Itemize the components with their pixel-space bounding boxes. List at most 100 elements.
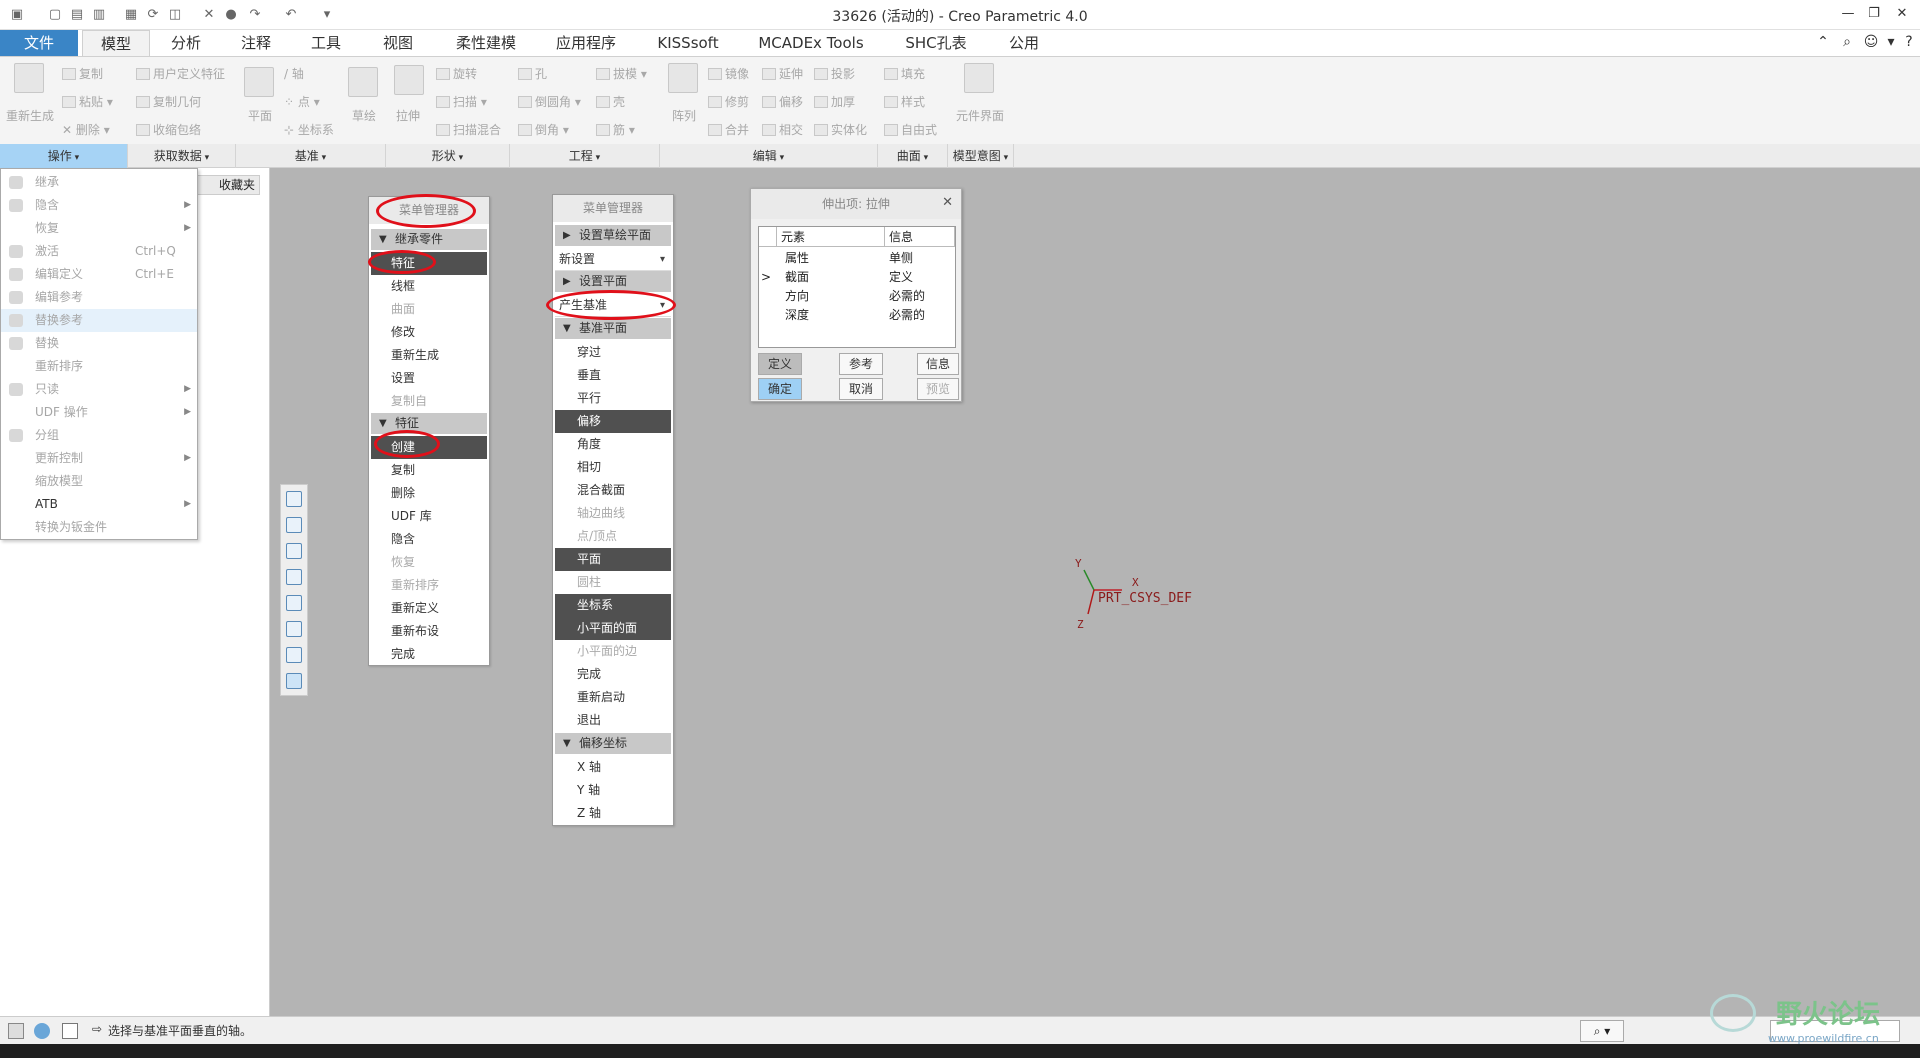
- extend-button[interactable]: 延伸: [762, 65, 803, 82]
- menu-item[interactable]: 相切: [555, 456, 671, 479]
- menu-item[interactable]: 线框: [371, 275, 487, 298]
- ops-menu-item[interactable]: 替换参考: [1, 309, 197, 332]
- tab-common[interactable]: 公用: [994, 30, 1054, 56]
- revolve-button[interactable]: 旋转: [436, 65, 477, 82]
- browser-icon[interactable]: [34, 1023, 50, 1039]
- menu-item[interactable]: 重新生成: [371, 344, 487, 367]
- group-shapes[interactable]: 形状: [386, 144, 510, 168]
- copy-button[interactable]: 复制: [62, 65, 103, 82]
- point-button[interactable]: ⁘ 点 ▾: [284, 93, 320, 110]
- section-datum-plane[interactable]: ▼ 基准平面: [555, 318, 671, 339]
- tab-shc[interactable]: SHC孔表: [892, 30, 980, 56]
- menu-item[interactable]: UDF 库: [371, 505, 487, 528]
- shell-button[interactable]: 壳: [596, 93, 625, 110]
- tab-annotate[interactable]: 注释: [226, 30, 286, 56]
- element-cell[interactable]: 属性: [785, 249, 809, 268]
- udf-button[interactable]: 用户定义特征: [136, 65, 225, 82]
- delete-button[interactable]: ✕ 删除 ▾: [62, 121, 110, 138]
- ok-button[interactable]: 确定: [758, 378, 802, 400]
- solidify-button[interactable]: 实体化: [814, 121, 867, 138]
- display-style-icon[interactable]: [286, 543, 302, 559]
- axis-menu-item[interactable]: Z 轴: [555, 802, 671, 825]
- ops-menu-item[interactable]: UDF 操作 ▶: [1, 401, 197, 424]
- extrude-button[interactable]: 拉伸: [396, 107, 420, 124]
- intersect-button[interactable]: 相交: [762, 121, 803, 138]
- menu-item[interactable]: 圆柱: [555, 571, 671, 594]
- menu-item[interactable]: 完成: [371, 643, 487, 666]
- axis-menu-item[interactable]: Y 轴: [555, 779, 671, 802]
- rib-button[interactable]: 筋 ▾: [596, 121, 635, 138]
- regenerate-icon[interactable]: [14, 63, 44, 93]
- ops-menu-item[interactable]: 只读 ▶: [1, 378, 197, 401]
- extrude-icon[interactable]: [394, 65, 424, 95]
- menu-item[interactable]: 删除: [371, 482, 487, 505]
- style-button[interactable]: 样式: [884, 93, 925, 110]
- section-sketch-plane[interactable]: ▶ 设置草绘平面: [555, 225, 671, 246]
- sketch-button[interactable]: 草绘: [352, 107, 376, 124]
- menu-item[interactable]: 小平面的面: [555, 617, 671, 640]
- ops-menu-item[interactable]: 更新控制 ▶: [1, 447, 197, 470]
- plane-button[interactable]: 平面: [248, 107, 272, 124]
- restore-icon[interactable]: ❐: [1862, 4, 1886, 24]
- thicken-button[interactable]: 加厚: [814, 93, 855, 110]
- search-icon[interactable]: ⌕: [1838, 33, 1856, 51]
- section-set-plane[interactable]: ▶ 设置平面: [555, 271, 671, 292]
- pattern-icon[interactable]: [668, 63, 698, 93]
- open-icon[interactable]: ▤: [68, 6, 86, 24]
- element-cell[interactable]: 深度: [785, 306, 809, 325]
- view-manager-icon[interactable]: [286, 595, 302, 611]
- undo-icon[interactable]: ↶: [282, 6, 300, 24]
- ops-menu-item[interactable]: 转换为钣金件: [1, 516, 197, 539]
- ops-menu-item[interactable]: 分组: [1, 424, 197, 447]
- swept-blend-button[interactable]: 扫描混合: [436, 121, 501, 138]
- find-icon[interactable]: ⌕ ▾: [1580, 1020, 1624, 1042]
- refit-icon[interactable]: [286, 517, 302, 533]
- menu-item[interactable]: 轴边曲线: [555, 502, 671, 525]
- redo-icon[interactable]: ↷: [246, 6, 264, 24]
- sweep-button[interactable]: 扫描 ▾: [436, 93, 487, 110]
- menu-item[interactable]: 重新启动: [555, 686, 671, 709]
- info-button[interactable]: 信息: [917, 353, 959, 375]
- mirror-button[interactable]: 镜像: [708, 65, 749, 82]
- window-icon[interactable]: [62, 1023, 78, 1039]
- round-button[interactable]: 倒圆角 ▾: [518, 93, 581, 110]
- preview-button[interactable]: 预览: [917, 378, 959, 400]
- close-window-icon[interactable]: ✕: [200, 6, 218, 24]
- group-surfaces[interactable]: 曲面: [878, 144, 948, 168]
- tab-tools[interactable]: 工具: [296, 30, 356, 56]
- community-icon[interactable]: ☺: [1862, 33, 1880, 51]
- element-cell[interactable]: 方向: [785, 287, 809, 306]
- ops-menu-item[interactable]: 重新排序: [1, 355, 197, 378]
- trim-button[interactable]: 修剪: [708, 93, 749, 110]
- tab-kisssoft[interactable]: KISSsoft: [646, 30, 730, 56]
- customize-icon[interactable]: ▾: [318, 6, 336, 24]
- freestyle-button[interactable]: 自由式: [884, 121, 937, 138]
- ops-menu-item[interactable]: 隐含 ▶: [1, 194, 197, 217]
- paste-button[interactable]: 粘贴 ▾: [62, 93, 113, 110]
- minimize-icon[interactable]: —: [1836, 4, 1860, 24]
- menu-item[interactable]: 穿过: [555, 341, 671, 364]
- sketch-icon[interactable]: [348, 67, 378, 97]
- menu-item[interactable]: 角度: [555, 433, 671, 456]
- tab-mcadex[interactable]: MCADEx Tools: [748, 30, 874, 56]
- menu-item[interactable]: 重新定义: [371, 597, 487, 620]
- ops-menu-item[interactable]: 缩放模型: [1, 470, 197, 493]
- references-button[interactable]: 参考: [839, 353, 883, 375]
- draft-button[interactable]: 拔模 ▾: [596, 65, 647, 82]
- new-icon[interactable]: ▢: [46, 6, 64, 24]
- group-get-data[interactable]: 获取数据: [128, 144, 236, 168]
- ops-menu-item[interactable]: 恢复 ▶: [1, 217, 197, 240]
- menu-item[interactable]: 小平面的边: [555, 640, 671, 663]
- merge-button[interactable]: 合并: [708, 121, 749, 138]
- group-editing[interactable]: 编辑: [660, 144, 878, 168]
- ops-menu-item[interactable]: 编辑参考: [1, 286, 197, 309]
- project-button[interactable]: 投影: [814, 65, 855, 82]
- define-button[interactable]: 定义: [758, 353, 802, 375]
- grid-toggle-icon[interactable]: [8, 1023, 24, 1039]
- menu-item[interactable]: 混合截面: [555, 479, 671, 502]
- element-cell[interactable]: 截面: [785, 268, 809, 287]
- chamfer-button[interactable]: 倒角 ▾: [518, 121, 569, 138]
- component-interface-button[interactable]: 元件界面: [956, 107, 1004, 124]
- spin-center-icon[interactable]: [286, 673, 302, 689]
- group-datum[interactable]: 基准: [236, 144, 386, 168]
